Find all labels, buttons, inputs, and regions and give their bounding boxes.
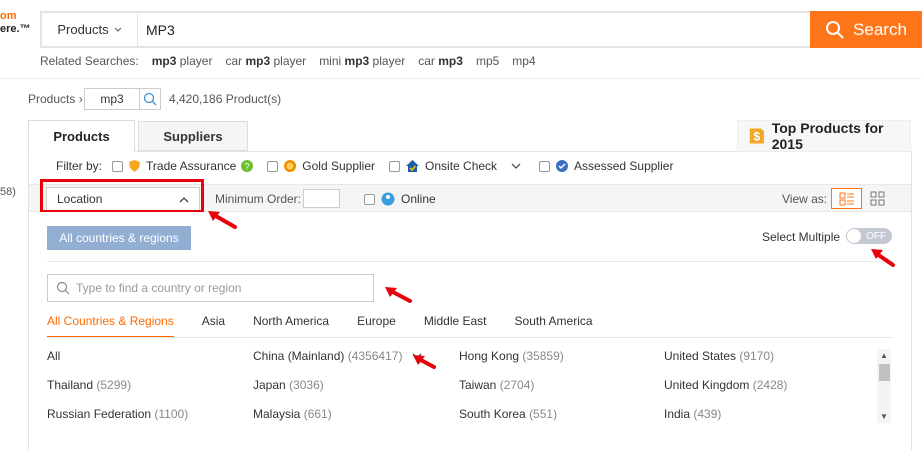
country-option[interactable]: Taiwan (2704) — [459, 378, 534, 392]
grid-view-icon — [870, 191, 884, 206]
region-tab-south-america[interactable]: South America — [515, 314, 593, 338]
trade-assurance-filter[interactable]: Trade Assurance ? — [112, 159, 254, 173]
gold-medal-icon — [284, 160, 297, 172]
shield-icon — [129, 160, 141, 172]
side-count-fragment: 58) — [0, 186, 16, 198]
region-tab-all[interactable]: All Countries & Regions — [47, 314, 174, 338]
scroll-thumb[interactable] — [879, 364, 890, 381]
svg-text:?: ? — [245, 162, 250, 172]
search-category-select[interactable]: Products — [42, 13, 138, 46]
onsite-check-icon — [406, 160, 420, 172]
panel-divider — [47, 261, 893, 262]
logo-line-2: ere.™ — [0, 23, 31, 35]
site-logo[interactable]: om ere.™ — [0, 10, 34, 36]
help-icon[interactable]: ? — [241, 160, 254, 172]
related-search-link[interactable]: mp3 player — [152, 54, 213, 68]
region-tabs-divider — [47, 337, 893, 338]
country-option[interactable]: Hong Kong (35859) — [459, 349, 564, 363]
related-search-link[interactable]: mini mp3 player — [319, 54, 405, 68]
annotation-arrow-icon — [385, 287, 412, 303]
country-option[interactable]: United Kingdom (2428) — [664, 378, 787, 392]
dollar-glyph: $ — [753, 130, 760, 144]
top-products-link[interactable]: $ Top Products for 2015 — [737, 120, 911, 152]
toggle-state: OFF — [866, 231, 886, 242]
search-button-label: Search — [853, 19, 907, 39]
country-option[interactable]: Japan (3036) — [253, 378, 324, 392]
scroll-down-arrow-icon[interactable]: ▼ — [877, 410, 891, 422]
chevron-down-icon — [114, 27, 122, 32]
region-tab-north-america[interactable]: North America — [253, 314, 329, 338]
onsite-check-filter[interactable]: Onsite Check — [389, 159, 497, 173]
product-count: 4,420,186 Product(s) — [169, 92, 282, 106]
search-icon — [56, 281, 70, 295]
related-searches-label: Related Searches: — [40, 54, 139, 68]
annotation-highlight-box — [40, 179, 204, 213]
region-tab-middle-east[interactable]: Middle East — [424, 314, 487, 338]
online-checkbox[interactable] — [364, 193, 375, 205]
country-option[interactable]: Malaysia (661) — [253, 407, 332, 421]
country-option[interactable]: India (439) — [664, 407, 721, 421]
gold-supplier-filter[interactable]: Gold Supplier — [267, 159, 375, 173]
country-option[interactable]: All — [47, 349, 60, 363]
search-icon — [826, 20, 844, 39]
trade-assurance-checkbox[interactable] — [112, 160, 124, 172]
related-search-link[interactable]: mp5 — [476, 54, 499, 68]
toggle-knob — [847, 229, 861, 243]
related-search-link[interactable]: mp4 — [512, 54, 535, 68]
country-option[interactable]: United States (9170) — [664, 349, 774, 363]
breadcrumb-term-box[interactable]: mp3 — [84, 88, 140, 110]
filter-bar: Filter by: Trade Assurance ? Gold Suppli… — [56, 158, 673, 174]
region-tabs: All Countries & Regions Asia North Ameri… — [47, 314, 621, 338]
assessed-badge-icon — [556, 160, 569, 172]
view-as-label: View as: — [782, 192, 828, 206]
region-tab-asia[interactable]: Asia — [202, 314, 225, 338]
list-view-icon — [839, 192, 854, 205]
scroll-up-arrow-icon[interactable]: ▲ — [877, 349, 891, 361]
chevron-down-icon[interactable] — [511, 163, 521, 170]
breadcrumb-products[interactable]: Products › — [28, 92, 83, 106]
select-multiple-label: Select Multiple — [762, 230, 841, 244]
onsite-check-checkbox[interactable] — [389, 160, 401, 172]
tab-products[interactable]: Products — [28, 120, 135, 152]
search-icon — [143, 92, 156, 106]
logo-line-1: om — [0, 10, 17, 22]
search-button[interactable]: Search — [810, 11, 922, 48]
annotation-arrow-icon — [413, 355, 436, 369]
online-filter[interactable]: Online — [364, 192, 436, 206]
all-countries-button[interactable]: All countries & regions — [47, 226, 191, 250]
country-option[interactable]: Thailand (5299) — [47, 378, 131, 392]
assessed-supplier-filter[interactable]: Assessed Supplier — [539, 159, 673, 173]
country-option[interactable]: Russian Federation (1100) — [47, 407, 188, 421]
country-search-box[interactable] — [47, 274, 374, 302]
tab-suppliers[interactable]: Suppliers — [138, 121, 248, 151]
online-chat-icon — [381, 192, 395, 206]
related-searches: Related Searches: mp3 player car mp3 pla… — [40, 54, 536, 68]
breadcrumb-search-button[interactable] — [139, 88, 161, 110]
header-divider — [0, 78, 922, 79]
annotation-arrow-icon — [871, 249, 895, 267]
search-category-label: Products — [57, 22, 109, 37]
search-input[interactable] — [140, 13, 808, 46]
grid-view-button[interactable] — [864, 188, 890, 209]
country-search-input[interactable] — [76, 281, 356, 295]
top-products-label: Top Products for 2015 — [771, 120, 884, 152]
minimum-order-input[interactable] — [303, 189, 340, 208]
region-tab-europe[interactable]: Europe — [357, 314, 396, 338]
annotation-arrow-icon — [208, 211, 237, 229]
related-search-link[interactable]: car mp3 player — [225, 54, 306, 68]
minimum-order-label: Minimum Order: — [215, 192, 302, 206]
country-option[interactable]: South Korea (551) — [459, 407, 557, 421]
related-search-link[interactable]: car mp3 — [418, 54, 463, 68]
gold-supplier-checkbox[interactable] — [267, 160, 279, 172]
filter-by-label: Filter by: — [56, 159, 103, 173]
assessed-supplier-checkbox[interactable] — [539, 160, 551, 172]
list-view-button[interactable] — [831, 188, 862, 209]
dollar-tag-icon: $ — [749, 128, 764, 144]
country-option[interactable]: China (Mainland) (4356417) — [253, 349, 422, 363]
